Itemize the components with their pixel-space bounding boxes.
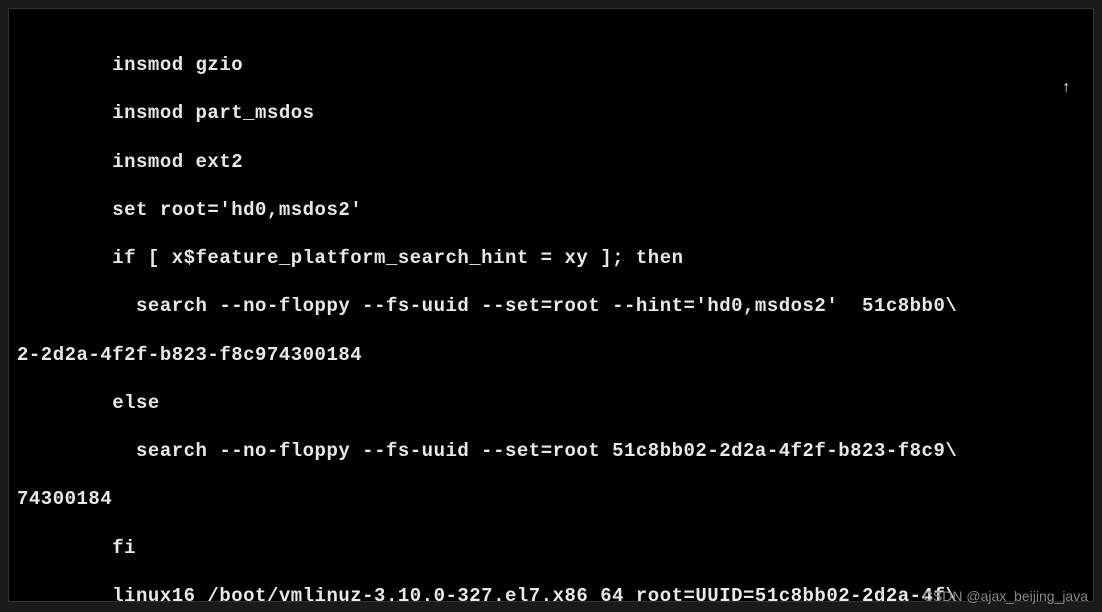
scroll-up-indicator: ↑ bbox=[1061, 79, 1071, 97]
config-line: else bbox=[17, 391, 1085, 415]
config-line: set root='hd0,msdos2' bbox=[17, 198, 1085, 222]
config-line: insmod ext2 bbox=[17, 150, 1085, 174]
config-line: 2-2d2a-4f2f-b823-f8c974300184 bbox=[17, 343, 1085, 367]
watermark-text: CSDN @ajax_beijing_java bbox=[923, 588, 1088, 604]
config-line: if [ x$feature_platform_search_hint = xy… bbox=[17, 246, 1085, 270]
config-line: search --no-floppy --fs-uuid --set=root … bbox=[17, 294, 1085, 318]
grub-editor-window[interactable]: ↑ insmod gzio insmod part_msdos insmod e… bbox=[8, 8, 1094, 602]
config-line: search --no-floppy --fs-uuid --set=root … bbox=[17, 439, 1085, 463]
config-line: insmod part_msdos bbox=[17, 101, 1085, 125]
config-line: 74300184 bbox=[17, 487, 1085, 511]
config-line: insmod gzio bbox=[17, 53, 1085, 77]
grub-config-editor[interactable]: insmod gzio insmod part_msdos insmod ext… bbox=[17, 29, 1085, 602]
config-line: fi bbox=[17, 536, 1085, 560]
